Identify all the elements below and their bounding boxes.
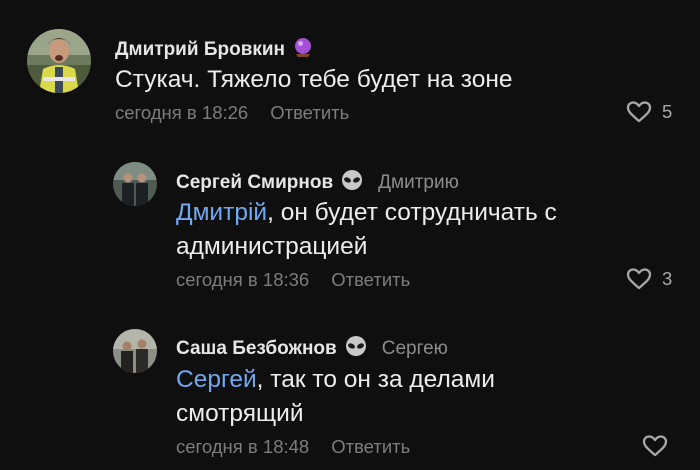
- reply-to-name[interactable]: Дмитрию: [378, 172, 459, 194]
- author-line: Дмитрий Бровкин: [115, 36, 314, 63]
- comment-meta: сегодня в 18:36 Ответить: [176, 269, 410, 291]
- timestamp: сегодня в 18:26: [115, 102, 249, 123]
- comment-text: Сергей, так то он за делами смотрящий: [176, 363, 576, 431]
- comment: Саша Безбожнов Сергею Сергей, так то он …: [0, 310, 700, 470]
- author-name[interactable]: Сергей Смирнов: [176, 172, 333, 194]
- comment: Дмитрий Бровкин Стукач. Тяжело тебе буде…: [0, 0, 700, 150]
- reply-to-name[interactable]: Сергею: [382, 338, 448, 360]
- like-button[interactable]: [642, 434, 678, 458]
- reply-button[interactable]: Ответить: [270, 102, 349, 124]
- reply-button[interactable]: Ответить: [331, 269, 410, 291]
- avatar[interactable]: [113, 329, 157, 373]
- author-name[interactable]: Дмитрий Бровкин: [115, 39, 285, 61]
- timestamp: сегодня в 18:48: [176, 436, 310, 457]
- heart-icon: [626, 268, 652, 290]
- heart-icon: [642, 435, 668, 457]
- mention-link[interactable]: Дмитрій: [176, 199, 267, 226]
- comment-body: Стукач. Тяжело тебе будет на зоне: [115, 66, 513, 93]
- like-count: 3: [662, 268, 673, 289]
- author-line: Сергей Смирнов Дмитрию: [176, 169, 459, 196]
- crystal-ball-icon: [292, 36, 314, 63]
- timestamp: сегодня в 18:36: [176, 269, 310, 290]
- alien-icon: [340, 169, 364, 196]
- comment-text: Стукач. Тяжело тебе будет на зоне: [115, 63, 675, 97]
- heart-icon: [626, 101, 652, 123]
- avatar[interactable]: [27, 29, 91, 93]
- author-line: Саша Безбожнов Сергею: [176, 335, 448, 362]
- comment-meta: сегодня в 18:26 Ответить: [115, 102, 349, 124]
- like-count: 5: [662, 101, 673, 122]
- alien-icon: [344, 335, 368, 362]
- like-button[interactable]: 5: [626, 100, 672, 124]
- author-name[interactable]: Саша Безбожнов: [176, 338, 337, 360]
- reply-button[interactable]: Ответить: [331, 436, 410, 458]
- comment-meta: сегодня в 18:48 Ответить: [176, 436, 410, 458]
- like-button[interactable]: 3: [626, 267, 672, 291]
- avatar-photo-icon: [113, 162, 157, 206]
- avatar-photo-icon: [27, 29, 91, 93]
- avatar[interactable]: [113, 162, 157, 206]
- comment: Сергей Смирнов Дмитрию Дмитрій, он будет…: [0, 150, 700, 310]
- mention-link[interactable]: Сергей: [176, 366, 257, 393]
- comment-text: Дмитрій, он будет сотрудничать с админис…: [176, 196, 646, 264]
- avatar-photo-icon: [113, 329, 157, 373]
